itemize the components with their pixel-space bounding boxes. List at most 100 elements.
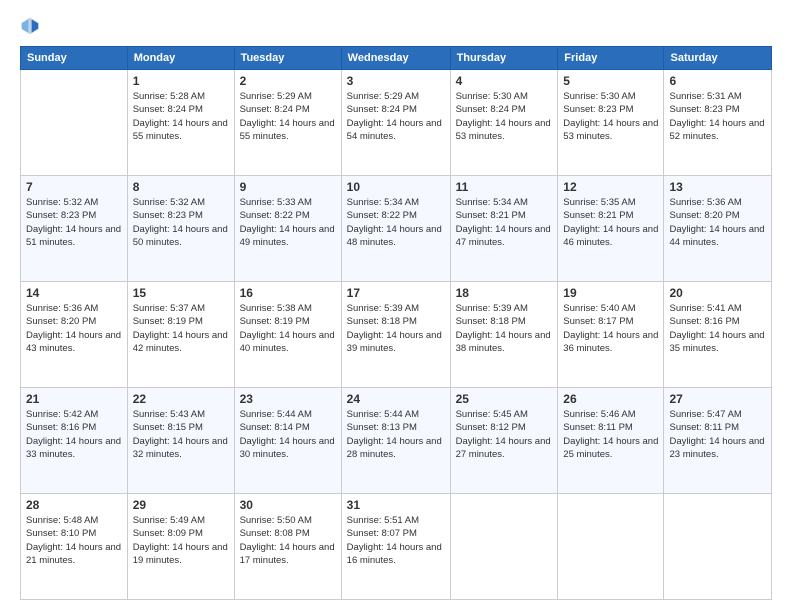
- daylight-label: Daylight: 14 hours and 42 minutes.: [133, 330, 228, 354]
- sunrise-label: Sunrise: 5:33 AM: [240, 197, 312, 208]
- sunset-label: Sunset: 8:22 PM: [240, 210, 310, 221]
- sunset-label: Sunset: 8:21 PM: [456, 210, 526, 221]
- calendar-cell: [664, 494, 772, 600]
- calendar-week-5: 28 Sunrise: 5:48 AM Sunset: 8:10 PM Dayl…: [21, 494, 772, 600]
- sunset-label: Sunset: 8:15 PM: [133, 422, 203, 433]
- calendar-cell: 2 Sunrise: 5:29 AM Sunset: 8:24 PM Dayli…: [234, 70, 341, 176]
- sunset-label: Sunset: 8:20 PM: [669, 210, 739, 221]
- day-info: Sunrise: 5:41 AM Sunset: 8:16 PM Dayligh…: [669, 302, 766, 355]
- day-number: 31: [347, 498, 445, 512]
- day-info: Sunrise: 5:29 AM Sunset: 8:24 PM Dayligh…: [240, 90, 336, 143]
- day-number: 9: [240, 180, 336, 194]
- sunrise-label: Sunrise: 5:51 AM: [347, 515, 419, 526]
- daylight-label: Daylight: 14 hours and 54 minutes.: [347, 118, 442, 142]
- day-number: 6: [669, 74, 766, 88]
- sunrise-label: Sunrise: 5:38 AM: [240, 303, 312, 314]
- calendar-cell: 27 Sunrise: 5:47 AM Sunset: 8:11 PM Dayl…: [664, 388, 772, 494]
- daylight-label: Daylight: 14 hours and 44 minutes.: [669, 224, 764, 248]
- day-info: Sunrise: 5:38 AM Sunset: 8:19 PM Dayligh…: [240, 302, 336, 355]
- weekday-header-saturday: Saturday: [664, 47, 772, 70]
- weekday-header-tuesday: Tuesday: [234, 47, 341, 70]
- calendar-cell: 20 Sunrise: 5:41 AM Sunset: 8:16 PM Dayl…: [664, 282, 772, 388]
- sunrise-label: Sunrise: 5:37 AM: [133, 303, 205, 314]
- calendar-cell: 3 Sunrise: 5:29 AM Sunset: 8:24 PM Dayli…: [341, 70, 450, 176]
- daylight-label: Daylight: 14 hours and 40 minutes.: [240, 330, 335, 354]
- calendar-cell: 14 Sunrise: 5:36 AM Sunset: 8:20 PM Dayl…: [21, 282, 128, 388]
- calendar-cell: [450, 494, 558, 600]
- daylight-label: Daylight: 14 hours and 36 minutes.: [563, 330, 658, 354]
- sunset-label: Sunset: 8:20 PM: [26, 316, 96, 327]
- day-info: Sunrise: 5:43 AM Sunset: 8:15 PM Dayligh…: [133, 408, 229, 461]
- calendar-week-4: 21 Sunrise: 5:42 AM Sunset: 8:16 PM Dayl…: [21, 388, 772, 494]
- day-info: Sunrise: 5:39 AM Sunset: 8:18 PM Dayligh…: [347, 302, 445, 355]
- calendar-cell: 7 Sunrise: 5:32 AM Sunset: 8:23 PM Dayli…: [21, 176, 128, 282]
- sunrise-label: Sunrise: 5:32 AM: [133, 197, 205, 208]
- sunrise-label: Sunrise: 5:35 AM: [563, 197, 635, 208]
- day-number: 10: [347, 180, 445, 194]
- day-number: 29: [133, 498, 229, 512]
- day-number: 19: [563, 286, 658, 300]
- sunset-label: Sunset: 8:23 PM: [669, 104, 739, 115]
- day-info: Sunrise: 5:40 AM Sunset: 8:17 PM Dayligh…: [563, 302, 658, 355]
- calendar-week-3: 14 Sunrise: 5:36 AM Sunset: 8:20 PM Dayl…: [21, 282, 772, 388]
- day-number: 4: [456, 74, 553, 88]
- daylight-label: Daylight: 14 hours and 50 minutes.: [133, 224, 228, 248]
- sunrise-label: Sunrise: 5:39 AM: [456, 303, 528, 314]
- daylight-label: Daylight: 14 hours and 28 minutes.: [347, 436, 442, 460]
- day-number: 22: [133, 392, 229, 406]
- logo-icon: [20, 16, 40, 36]
- sunset-label: Sunset: 8:24 PM: [347, 104, 417, 115]
- day-info: Sunrise: 5:29 AM Sunset: 8:24 PM Dayligh…: [347, 90, 445, 143]
- day-info: Sunrise: 5:32 AM Sunset: 8:23 PM Dayligh…: [26, 196, 122, 249]
- day-info: Sunrise: 5:50 AM Sunset: 8:08 PM Dayligh…: [240, 514, 336, 567]
- sunrise-label: Sunrise: 5:41 AM: [669, 303, 741, 314]
- day-info: Sunrise: 5:37 AM Sunset: 8:19 PM Dayligh…: [133, 302, 229, 355]
- sunset-label: Sunset: 8:19 PM: [240, 316, 310, 327]
- day-info: Sunrise: 5:30 AM Sunset: 8:23 PM Dayligh…: [563, 90, 658, 143]
- daylight-label: Daylight: 14 hours and 25 minutes.: [563, 436, 658, 460]
- calendar-cell: 15 Sunrise: 5:37 AM Sunset: 8:19 PM Dayl…: [127, 282, 234, 388]
- sunset-label: Sunset: 8:24 PM: [456, 104, 526, 115]
- sunrise-label: Sunrise: 5:30 AM: [456, 91, 528, 102]
- day-number: 3: [347, 74, 445, 88]
- sunset-label: Sunset: 8:07 PM: [347, 528, 417, 539]
- calendar-cell: 24 Sunrise: 5:44 AM Sunset: 8:13 PM Dayl…: [341, 388, 450, 494]
- calendar-cell: [558, 494, 664, 600]
- daylight-label: Daylight: 14 hours and 16 minutes.: [347, 542, 442, 566]
- sunrise-label: Sunrise: 5:49 AM: [133, 515, 205, 526]
- calendar-cell: 8 Sunrise: 5:32 AM Sunset: 8:23 PM Dayli…: [127, 176, 234, 282]
- day-number: 30: [240, 498, 336, 512]
- sunset-label: Sunset: 8:23 PM: [26, 210, 96, 221]
- day-number: 14: [26, 286, 122, 300]
- day-info: Sunrise: 5:36 AM Sunset: 8:20 PM Dayligh…: [669, 196, 766, 249]
- calendar-cell: 22 Sunrise: 5:43 AM Sunset: 8:15 PM Dayl…: [127, 388, 234, 494]
- daylight-label: Daylight: 14 hours and 17 minutes.: [240, 542, 335, 566]
- sunrise-label: Sunrise: 5:40 AM: [563, 303, 635, 314]
- weekday-header-monday: Monday: [127, 47, 234, 70]
- sunset-label: Sunset: 8:21 PM: [563, 210, 633, 221]
- sunset-label: Sunset: 8:09 PM: [133, 528, 203, 539]
- page: SundayMondayTuesdayWednesdayThursdayFrid…: [0, 0, 792, 612]
- day-info: Sunrise: 5:51 AM Sunset: 8:07 PM Dayligh…: [347, 514, 445, 567]
- day-number: 28: [26, 498, 122, 512]
- header: [20, 16, 772, 36]
- sunrise-label: Sunrise: 5:28 AM: [133, 91, 205, 102]
- daylight-label: Daylight: 14 hours and 33 minutes.: [26, 436, 121, 460]
- calendar-cell: 1 Sunrise: 5:28 AM Sunset: 8:24 PM Dayli…: [127, 70, 234, 176]
- calendar-cell: 23 Sunrise: 5:44 AM Sunset: 8:14 PM Dayl…: [234, 388, 341, 494]
- day-info: Sunrise: 5:35 AM Sunset: 8:21 PM Dayligh…: [563, 196, 658, 249]
- sunset-label: Sunset: 8:23 PM: [133, 210, 203, 221]
- day-info: Sunrise: 5:31 AM Sunset: 8:23 PM Dayligh…: [669, 90, 766, 143]
- sunrise-label: Sunrise: 5:36 AM: [26, 303, 98, 314]
- sunrise-label: Sunrise: 5:29 AM: [240, 91, 312, 102]
- calendar-cell: 11 Sunrise: 5:34 AM Sunset: 8:21 PM Dayl…: [450, 176, 558, 282]
- sunset-label: Sunset: 8:08 PM: [240, 528, 310, 539]
- sunset-label: Sunset: 8:11 PM: [563, 422, 633, 433]
- sunrise-label: Sunrise: 5:48 AM: [26, 515, 98, 526]
- calendar-body: 1 Sunrise: 5:28 AM Sunset: 8:24 PM Dayli…: [21, 70, 772, 600]
- sunset-label: Sunset: 8:18 PM: [347, 316, 417, 327]
- daylight-label: Daylight: 14 hours and 21 minutes.: [26, 542, 121, 566]
- calendar-cell: 28 Sunrise: 5:48 AM Sunset: 8:10 PM Dayl…: [21, 494, 128, 600]
- day-info: Sunrise: 5:46 AM Sunset: 8:11 PM Dayligh…: [563, 408, 658, 461]
- daylight-label: Daylight: 14 hours and 55 minutes.: [133, 118, 228, 142]
